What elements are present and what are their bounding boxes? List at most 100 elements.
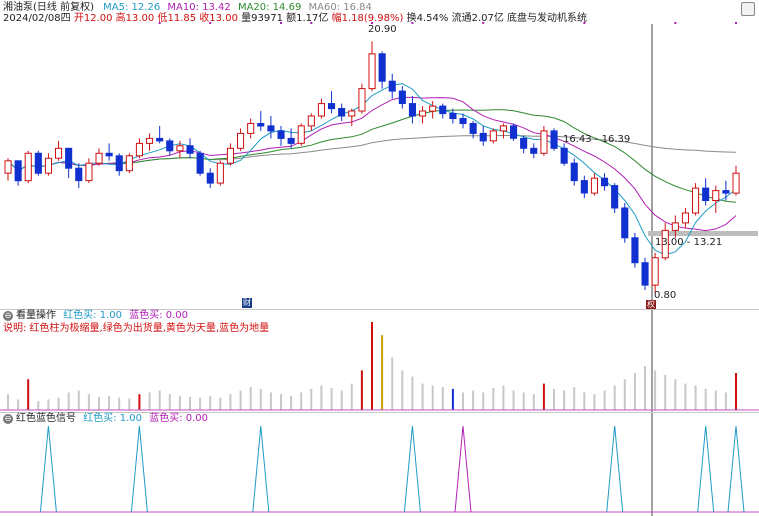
volume-bar — [350, 383, 353, 410]
volume-bar — [330, 388, 333, 410]
volume-bar — [633, 373, 636, 410]
volume-bar — [178, 395, 181, 410]
volume-bar — [37, 401, 40, 410]
volume-bar — [320, 385, 323, 410]
volume-bar — [512, 390, 515, 410]
candle-body — [681, 212, 690, 224]
volume-pane-toggle-icon[interactable]: ⊖ — [3, 311, 13, 321]
volume-bar — [371, 322, 373, 410]
candle-body — [338, 108, 346, 117]
signal-spike-teal — [252, 425, 270, 513]
volume-bar — [118, 397, 121, 410]
volume-bar — [148, 392, 151, 410]
candle-body — [317, 103, 325, 117]
candle-body — [328, 103, 336, 110]
candle-body — [115, 155, 123, 172]
candle-body — [560, 147, 568, 164]
signal-dot — [310, 22, 313, 24]
volume-bar — [654, 370, 657, 410]
candle-body — [651, 257, 659, 286]
candle-body — [237, 132, 245, 149]
volume-bar — [573, 387, 576, 410]
volume-bar — [7, 394, 9, 410]
signal-pane-toggle-icon[interactable]: ⊖ — [3, 414, 13, 424]
volume-bar — [563, 390, 566, 410]
candle-body — [146, 137, 154, 144]
candle-body — [641, 262, 649, 286]
volume-bar — [219, 397, 222, 410]
volume-bar — [340, 390, 343, 410]
candle-body — [459, 118, 467, 124]
candle-body — [702, 187, 710, 202]
candle-body — [14, 160, 22, 182]
candle-body — [166, 140, 174, 152]
candle-body — [95, 152, 103, 164]
candle-body — [611, 185, 619, 209]
candle-body — [297, 125, 305, 144]
candle-body — [206, 172, 214, 184]
candle-body — [621, 207, 629, 239]
volume-blue-buy: 蓝色买: 0.00 — [129, 310, 189, 321]
signal-dot — [158, 22, 161, 24]
signal-spike-teal — [130, 425, 148, 513]
candle-body — [580, 180, 588, 194]
candle-body — [105, 152, 113, 157]
candle-body — [267, 125, 275, 132]
volume-bar — [27, 379, 30, 410]
volume-bar — [290, 395, 293, 410]
signal-dot — [482, 22, 485, 24]
volume-bar — [704, 388, 707, 410]
volume-bar — [249, 387, 252, 410]
volume-bar — [431, 385, 434, 410]
candle-body — [429, 105, 437, 112]
signal-blue-buy: 蓝色买: 0.00 — [149, 413, 209, 424]
range-upper-label: 16.43 - 16.39 — [563, 134, 631, 145]
candle-body — [85, 162, 93, 182]
candle-body — [226, 147, 234, 164]
volume-bar — [209, 395, 212, 410]
volume-bar — [57, 397, 60, 410]
volume-bar — [108, 395, 111, 410]
candle-body — [216, 162, 224, 184]
signal-dot — [280, 22, 282, 24]
volume-bar — [47, 399, 50, 410]
candle-body — [125, 155, 133, 172]
signal-dot — [583, 22, 586, 24]
candle-body — [247, 123, 255, 134]
volume-bar — [128, 398, 131, 410]
signal-spike-teal — [606, 425, 624, 513]
low-price-label: 0.80 — [654, 290, 677, 301]
volume-bar — [360, 370, 363, 410]
volume-bar — [623, 379, 626, 410]
finance-marker[interactable]: 财 — [242, 298, 252, 308]
candle-body — [55, 147, 63, 159]
signal-dot — [735, 22, 737, 24]
volume-bar — [674, 379, 677, 410]
signal-panel-header: 红色蓝色信号 红色买: 1.00 蓝色买: 0.00 — [16, 413, 208, 425]
candle-body — [449, 113, 457, 119]
signal-panel-title: 红色蓝色信号 — [16, 413, 76, 424]
candle-body — [277, 130, 285, 139]
candle-body — [388, 80, 396, 92]
signal-spike-teal — [727, 425, 745, 513]
volume-bar — [421, 383, 424, 410]
volume-bar — [644, 366, 646, 410]
volume-panel-header: 看量操作 红色买: 1.00 蓝色买: 0.00 — [16, 310, 188, 322]
stock-chart[interactable] — [0, 0, 759, 516]
volume-bar — [492, 388, 495, 410]
volume-bar — [300, 392, 303, 410]
range-lower-label: 13.00 - 13.21 — [655, 237, 723, 248]
volume-bar — [664, 374, 667, 410]
candle-body — [186, 145, 194, 154]
volume-bar — [593, 394, 596, 410]
volume-bar — [168, 394, 171, 410]
signal-spike-teal — [697, 425, 715, 513]
candle-body — [439, 105, 447, 115]
volume-bar — [451, 388, 454, 410]
volume-bar — [310, 388, 313, 410]
signal-spike-teal — [403, 425, 421, 513]
volume-bar — [259, 388, 262, 410]
volume-bar — [553, 388, 555, 410]
signal-dot — [209, 22, 212, 24]
volume-bar — [522, 392, 525, 410]
